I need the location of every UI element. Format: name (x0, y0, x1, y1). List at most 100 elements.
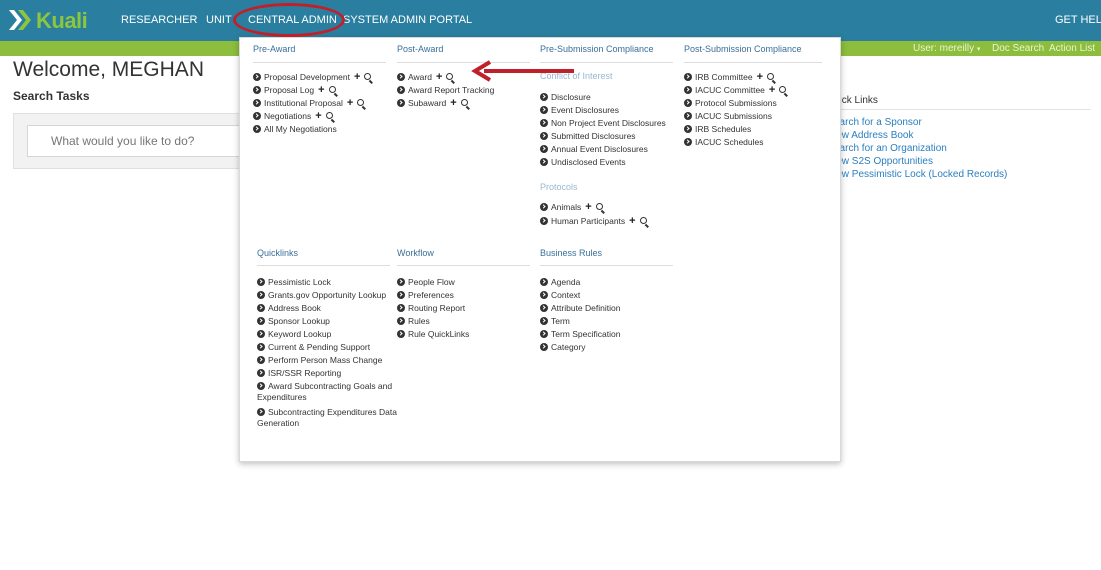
menu-item-label: Disclosure (551, 92, 591, 102)
menu-item-iacuc-submissions[interactable]: IACUC Submissions (684, 111, 772, 122)
menu-item-disclosure[interactable]: Disclosure (540, 92, 591, 103)
post-submission-divider (684, 62, 822, 63)
menu-item-institutional-proposal[interactable]: Institutional Proposal + (253, 98, 365, 109)
menu-item-label: Grants.gov Opportunity Lookup (268, 290, 387, 300)
menu-item-label: Subaward (408, 98, 447, 108)
search-icon[interactable] (357, 99, 365, 106)
nav-unit[interactable]: UNIT (206, 14, 232, 26)
business-rules-heading: Business Rules (540, 248, 603, 258)
search-icon[interactable] (460, 99, 468, 106)
menu-item-isr-ssr-reporting[interactable]: ISR/SSR Reporting (257, 368, 341, 379)
menu-item-negotiations[interactable]: Negotiations + (253, 111, 333, 122)
plus-icon[interactable]: + (315, 111, 321, 122)
menu-item-iacuc-schedules[interactable]: IACUC Schedules (684, 137, 764, 148)
menu-item-grants-gov-lookup[interactable]: Grants.gov Opportunity Lookup (257, 290, 386, 301)
plus-icon[interactable]: + (769, 85, 775, 96)
menu-item-subaward[interactable]: Subaward + (397, 98, 468, 109)
quick-link-search-organization[interactable]: earch for an Organization (834, 143, 947, 154)
quick-link-search-sponsor[interactable]: earch for a Sponsor (834, 117, 922, 128)
chevron-right-icon (540, 317, 548, 325)
quick-link-pessimistic-lock[interactable]: iew Pessimistic Lock (Locked Records) (834, 169, 1007, 180)
menu-item-attribute-definition[interactable]: Attribute Definition (540, 303, 620, 314)
menu-item-annual-event-disclosures[interactable]: Annual Event Disclosures (540, 144, 648, 155)
menu-item-routing-report[interactable]: Routing Report (397, 303, 465, 314)
doc-search-link[interactable]: Doc Search (992, 43, 1044, 54)
search-icon[interactable] (325, 112, 333, 119)
chevron-right-icon (684, 73, 692, 81)
menu-item-context[interactable]: Context (540, 290, 580, 301)
kuali-logo-icon (9, 10, 31, 30)
plus-icon[interactable]: + (354, 72, 360, 83)
search-icon[interactable] (446, 73, 454, 80)
plus-icon[interactable]: + (436, 72, 442, 83)
menu-item-label: Institutional Proposal (264, 98, 343, 108)
nav-researcher[interactable]: RESEARCHER (121, 14, 197, 26)
menu-item-label: IRB Committee (695, 72, 753, 82)
plus-icon[interactable]: + (585, 202, 591, 213)
menu-item-award[interactable]: Award + (397, 72, 454, 83)
menu-item-all-my-negotiations[interactable]: All My Negotiations (253, 124, 337, 135)
menu-item-preferences[interactable]: Preferences (397, 290, 454, 301)
action-list-link[interactable]: Action List (1049, 43, 1095, 54)
plus-icon[interactable]: + (450, 98, 456, 109)
plus-icon[interactable]: + (318, 85, 324, 96)
search-icon[interactable] (364, 73, 372, 80)
menu-item-sponsor-lookup[interactable]: Sponsor Lookup (257, 316, 330, 327)
plus-icon[interactable]: + (347, 98, 353, 109)
search-icon[interactable] (595, 203, 603, 210)
menu-item-undisclosed-events[interactable]: Undisclosed Events (540, 157, 626, 168)
search-icon[interactable] (779, 86, 787, 93)
menu-item-label: Perform Person Mass Change (268, 355, 383, 365)
menu-item-address-book[interactable]: Address Book (257, 303, 321, 314)
menu-item-submitted-disclosures[interactable]: Submitted Disclosures (540, 131, 636, 142)
menu-item-human-participants[interactable]: Human Participants + (540, 216, 647, 227)
menu-item-pessimistic-lock[interactable]: Pessimistic Lock (257, 277, 331, 288)
menu-item-rule-quicklinks[interactable]: Rule QuickLinks (397, 329, 469, 340)
quick-link-address-book[interactable]: iew Address Book (834, 130, 914, 141)
menu-item-agenda[interactable]: Agenda (540, 277, 580, 288)
search-icon[interactable] (639, 217, 647, 224)
menu-item-award-report-tracking[interactable]: Award Report Tracking (397, 85, 494, 96)
menu-item-event-disclosures[interactable]: Event Disclosures (540, 105, 619, 116)
search-tasks-input[interactable] (27, 125, 247, 157)
menu-item-label: Event Disclosures (551, 105, 620, 115)
menu-item-person-mass-change[interactable]: Perform Person Mass Change (257, 355, 382, 366)
menu-item-label: Protocol Submissions (695, 98, 777, 108)
quick-link-s2s-opportunities[interactable]: iew S2S Opportunities (834, 156, 933, 167)
menu-item-people-flow[interactable]: People Flow (397, 277, 455, 288)
menu-item-proposal-development[interactable]: Proposal Development + (253, 72, 372, 83)
menu-item-label: Animals (551, 202, 582, 212)
menu-item-keyword-lookup[interactable]: Keyword Lookup (257, 329, 331, 340)
menu-item-animals[interactable]: Animals + (540, 202, 603, 213)
menu-item-non-project-event-disclosures[interactable]: Non Project Event Disclosures (540, 118, 666, 129)
menu-item-award-subcontracting-goals[interactable]: Award Subcontracting Goals and Expenditu… (257, 381, 397, 403)
menu-item-label: Submitted Disclosures (551, 131, 636, 141)
menu-item-protocol-submissions[interactable]: Protocol Submissions (684, 98, 777, 109)
menu-item-category[interactable]: Category (540, 342, 586, 353)
menu-item-subcontracting-expenditures[interactable]: Subcontracting Expenditures Data Generat… (257, 407, 397, 429)
menu-item-iacuc-committee[interactable]: IACUC Committee + (684, 85, 787, 96)
menu-item-label: IRB Schedules (695, 124, 752, 134)
menu-item-proposal-log[interactable]: Proposal Log + (253, 85, 336, 96)
chevron-right-icon (257, 382, 265, 390)
chevron-right-icon (684, 99, 692, 107)
search-tasks-panel (13, 113, 253, 169)
menu-item-label: Attribute Definition (551, 303, 621, 313)
search-icon[interactable] (767, 73, 775, 80)
menu-item-term[interactable]: Term (540, 316, 570, 327)
menu-item-label: IACUC Schedules (695, 137, 764, 147)
get-help-link[interactable]: GET HELP (1055, 14, 1101, 26)
search-icon[interactable] (328, 86, 336, 93)
caret-down-icon: ▾ (976, 46, 981, 53)
menu-item-rules[interactable]: Rules (397, 316, 430, 327)
menu-item-irb-committee[interactable]: IRB Committee + (684, 72, 775, 83)
nav-system-admin-portal[interactable]: SYSTEM ADMIN PORTAL (343, 14, 472, 26)
pre-award-heading: Pre-Award (253, 44, 296, 54)
menu-item-term-specification[interactable]: Term Specification (540, 329, 620, 340)
plus-icon[interactable]: + (629, 216, 635, 227)
menu-item-current-pending-support[interactable]: Current & Pending Support (257, 342, 370, 353)
kuali-logo[interactable]: Kuali (6, 7, 106, 33)
menu-item-irb-schedules[interactable]: IRB Schedules (684, 124, 751, 135)
plus-icon[interactable]: + (757, 72, 763, 83)
user-menu[interactable]: User: mereilly ▾ (913, 43, 980, 54)
